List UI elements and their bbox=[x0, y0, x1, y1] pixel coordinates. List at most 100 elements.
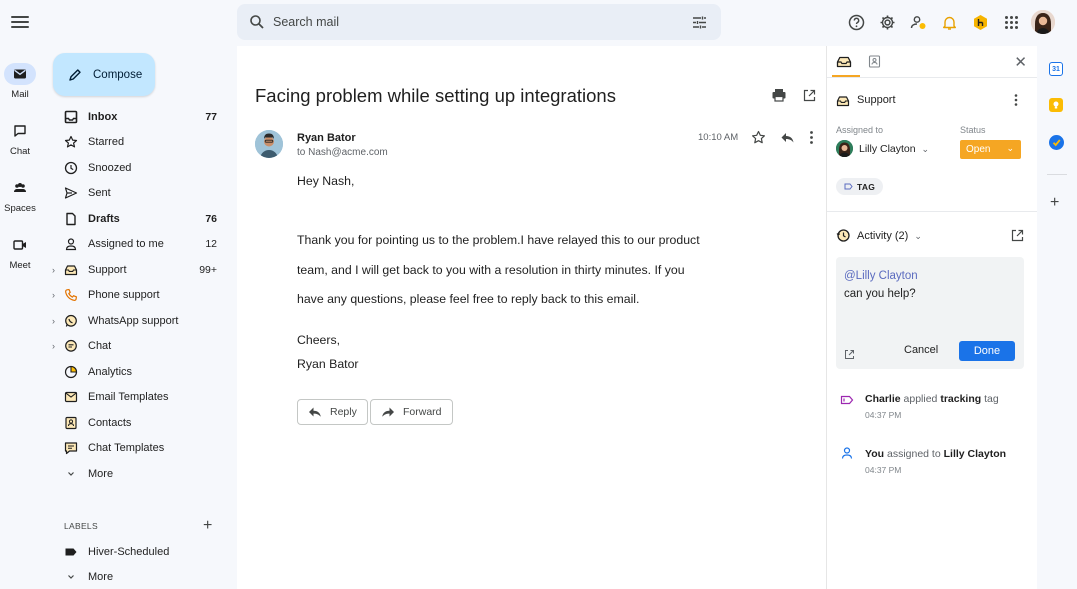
chat-template-icon bbox=[64, 442, 78, 455]
hiver-extension-button[interactable] bbox=[965, 9, 996, 35]
more-vertical-icon[interactable] bbox=[804, 130, 819, 145]
rail-item-label: Chat bbox=[9, 146, 31, 157]
sidebar-item-inbox[interactable]: Inbox 77 bbox=[44, 104, 237, 130]
app-rail: Mail Chat Spaces Meet bbox=[0, 0, 44, 589]
calendar-date: 31 bbox=[1052, 65, 1060, 73]
notifications-button[interactable] bbox=[934, 9, 965, 35]
status-value: Open bbox=[966, 144, 991, 155]
sidebar-item-assigned-to-me[interactable]: Assigned to me 12 bbox=[44, 232, 237, 258]
activity-toggle[interactable]: Activity (2) ⌄ bbox=[857, 230, 922, 242]
help-icon bbox=[848, 14, 865, 30]
rail-item-label: Meet bbox=[9, 260, 31, 271]
message-signoff: Cheers, bbox=[297, 333, 341, 347]
comment-input[interactable]: can you help? bbox=[844, 288, 916, 300]
sidebar-item-contacts[interactable]: Contacts bbox=[44, 410, 237, 436]
email-template-icon bbox=[64, 392, 78, 403]
reply-icon[interactable] bbox=[780, 130, 795, 145]
expand-comment-icon[interactable] bbox=[844, 349, 855, 360]
rail-item-meet[interactable]: Meet bbox=[0, 234, 40, 271]
user-status-button[interactable] bbox=[903, 9, 934, 35]
support-inbox-icon bbox=[64, 265, 78, 275]
assignee-dropdown[interactable]: Lilly Clayton ⌄ bbox=[859, 143, 929, 155]
tag-icon bbox=[840, 395, 854, 405]
person-icon bbox=[65, 238, 77, 251]
apps-button[interactable] bbox=[996, 9, 1027, 35]
forward-icon bbox=[382, 407, 394, 417]
sidebar-item-whatsapp-support[interactable]: › WhatsApp support bbox=[44, 308, 237, 334]
person-icon bbox=[841, 447, 853, 459]
search-options-icon[interactable] bbox=[692, 15, 707, 30]
sidebar-item-sent[interactable]: Sent bbox=[44, 181, 237, 207]
add-tag-button[interactable]: TAG bbox=[836, 178, 884, 195]
rail-item-chat[interactable]: Chat bbox=[0, 120, 40, 157]
tab-contact-icon[interactable] bbox=[868, 55, 881, 68]
open-in-new-window-icon[interactable] bbox=[1011, 229, 1024, 242]
sidebar-item-starred[interactable]: Starred bbox=[44, 130, 237, 156]
status-dropdown[interactable]: Open ⌄ bbox=[960, 140, 1021, 159]
sidebar-item-drafts[interactable]: Drafts 76 bbox=[44, 206, 237, 232]
apps-grid-icon bbox=[1005, 15, 1018, 29]
expand-arrow-icon[interactable]: › bbox=[52, 341, 55, 351]
activity-actor: You bbox=[865, 448, 885, 460]
search-bar[interactable]: Search mail bbox=[237, 4, 721, 40]
activity-history-icon bbox=[836, 229, 850, 242]
activity-entry: Charlie applied tracking tag bbox=[865, 393, 999, 405]
tasks-icon[interactable] bbox=[1049, 135, 1064, 150]
sidebar-item-phone-support[interactable]: › Phone support bbox=[44, 283, 237, 309]
search-input[interactable]: Search mail bbox=[273, 15, 339, 29]
calendar-icon[interactable]: 31 bbox=[1049, 62, 1063, 76]
done-button[interactable]: Done bbox=[959, 341, 1015, 361]
status-label: Status bbox=[960, 125, 986, 135]
add-label-icon[interactable]: + bbox=[203, 517, 212, 535]
account-avatar[interactable] bbox=[1031, 10, 1055, 34]
label-item-more[interactable]: More bbox=[44, 565, 237, 589]
sidebar-item-email-templates[interactable]: Email Templates bbox=[44, 385, 237, 411]
print-icon[interactable] bbox=[771, 87, 787, 103]
forward-label: Forward bbox=[403, 406, 442, 418]
settings-button[interactable] bbox=[872, 9, 903, 35]
more-vertical-icon[interactable] bbox=[1009, 93, 1023, 107]
add-addon-icon[interactable]: + bbox=[1050, 194, 1059, 212]
chevron-down-icon bbox=[68, 471, 74, 476]
comment-mention: @Lilly Clayton bbox=[844, 270, 918, 282]
compose-button[interactable]: Compose bbox=[53, 53, 155, 96]
chevron-down-icon bbox=[68, 575, 74, 580]
rail-item-mail[interactable]: Mail bbox=[0, 63, 40, 100]
expand-arrow-icon[interactable]: › bbox=[52, 316, 55, 326]
expand-arrow-icon[interactable]: › bbox=[52, 265, 55, 275]
activity-object: tracking bbox=[940, 393, 982, 405]
sidebar-item-label: Analytics bbox=[88, 365, 133, 378]
star-icon bbox=[64, 136, 78, 148]
sidebar-item-chat-templates[interactable]: Chat Templates bbox=[44, 436, 237, 462]
star-icon[interactable] bbox=[751, 130, 766, 145]
sidebar-item-label: Support bbox=[88, 263, 127, 276]
support-inbox-icon bbox=[836, 96, 850, 107]
search-icon[interactable] bbox=[249, 14, 265, 30]
sidebar-item-chat[interactable]: › Chat bbox=[44, 334, 237, 360]
help-button[interactable] bbox=[841, 9, 872, 35]
rail-item-spaces[interactable]: Spaces bbox=[0, 177, 40, 214]
reply-button[interactable]: Reply bbox=[297, 399, 368, 425]
forward-button[interactable]: Forward bbox=[370, 399, 453, 425]
comment-composer[interactable]: @Lilly Clayton can you help? Cancel Done bbox=[836, 257, 1024, 369]
main-menu-icon[interactable] bbox=[11, 13, 29, 31]
open-in-new-window-icon[interactable] bbox=[803, 89, 816, 102]
sidebar-item-count: 76 bbox=[205, 212, 217, 225]
sidebar-item-analytics[interactable]: Analytics bbox=[44, 359, 237, 385]
expand-arrow-icon[interactable]: › bbox=[52, 290, 55, 300]
pie-chart-icon bbox=[64, 365, 78, 378]
chat-bubble-icon bbox=[65, 340, 77, 352]
keep-icon[interactable] bbox=[1049, 98, 1063, 112]
close-panel-icon[interactable]: ✕ bbox=[1014, 53, 1027, 71]
cancel-button[interactable]: Cancel bbox=[904, 344, 938, 356]
sidebar-item-support[interactable]: › Support 99+ bbox=[44, 257, 237, 283]
tab-conversation-icon[interactable] bbox=[836, 54, 852, 70]
label-item-hiver-scheduled[interactable]: Hiver-Scheduled bbox=[44, 539, 237, 565]
message-subject: Facing problem while setting up integrat… bbox=[255, 85, 616, 106]
sidebar-item-snoozed[interactable]: Snoozed bbox=[44, 155, 237, 181]
active-tab-indicator bbox=[832, 75, 860, 77]
rail-item-label: Spaces bbox=[4, 203, 36, 214]
sidebar-item-more[interactable]: More bbox=[44, 461, 237, 487]
activity-time: 04:37 PM bbox=[865, 465, 902, 475]
activity-entry: You assigned to Lilly Clayton bbox=[865, 448, 1006, 460]
